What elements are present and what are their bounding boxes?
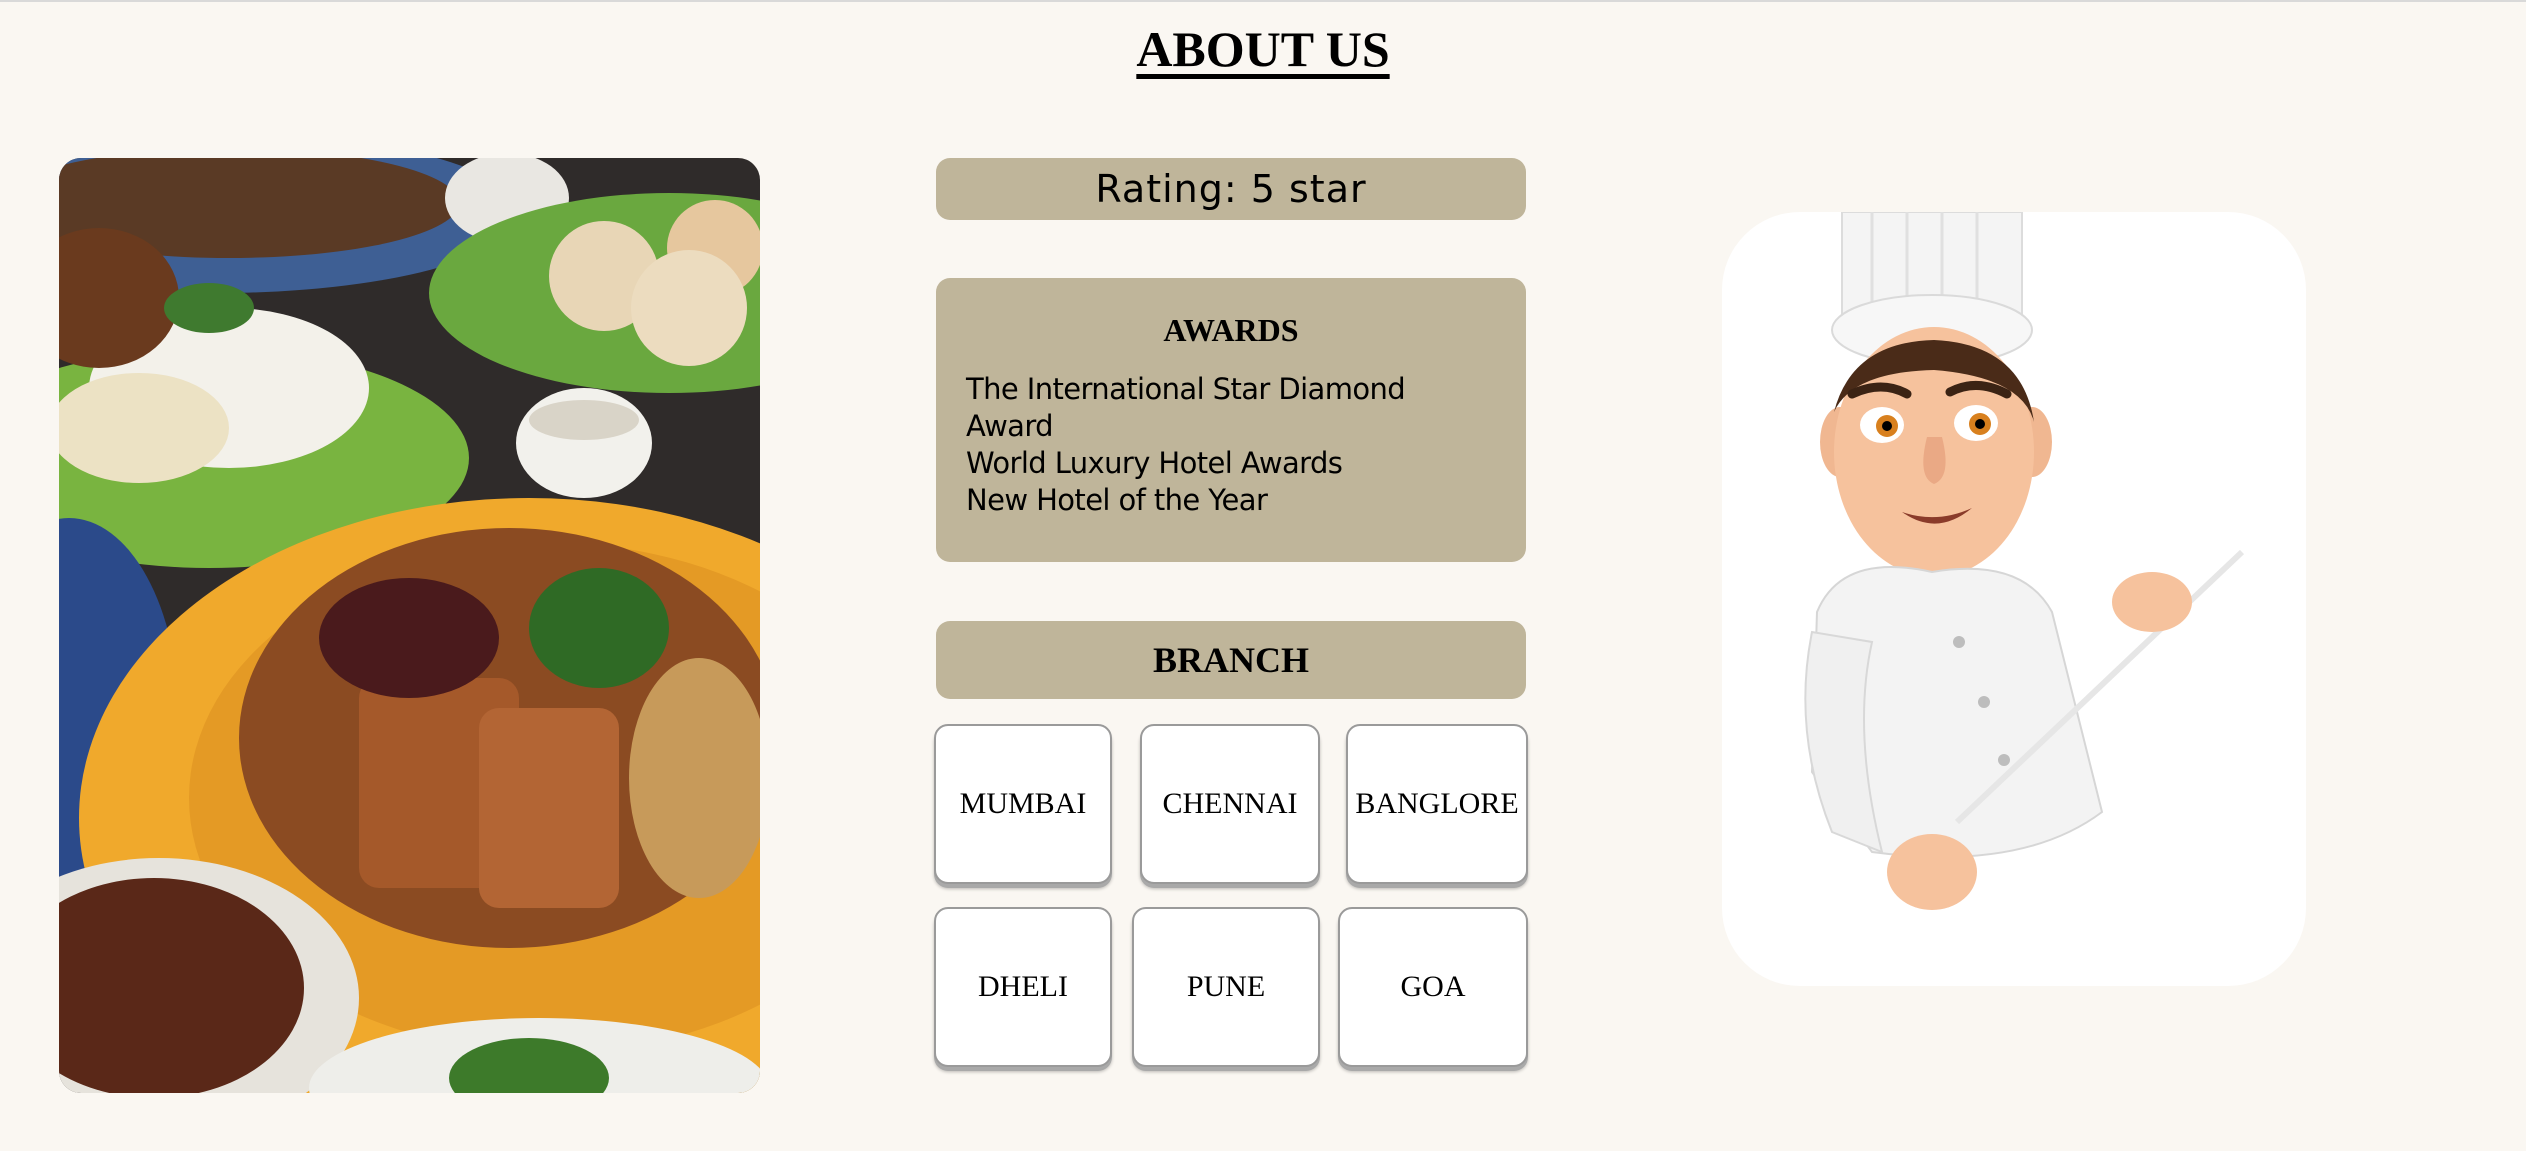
awards-list: The International Star Diamond Award Wor… — [966, 371, 1496, 519]
chef-illustration — [1722, 212, 2306, 986]
branch-button-pune[interactable]: PUNE — [1132, 907, 1320, 1067]
awards-panel: AWARDS The International Star Diamond Aw… — [936, 278, 1526, 562]
page-title: ABOUT US — [1136, 21, 1390, 77]
food-photo — [59, 158, 760, 1093]
branch-button-mumbai[interactable]: MUMBAI — [934, 724, 1112, 884]
award-item: New Hotel of the Year — [966, 483, 1268, 517]
branch-button-chennai[interactable]: CHENNAI — [1140, 724, 1320, 884]
branch-button-dheli[interactable]: DHELI — [934, 907, 1112, 1067]
awards-title: AWARDS — [1163, 312, 1299, 348]
branch-button-goa[interactable]: GOA — [1338, 907, 1528, 1067]
award-item: The International Star Diamond Award — [966, 372, 1406, 443]
rating-badge: Rating: 5 star — [936, 158, 1526, 220]
branch-header: BRANCH — [936, 621, 1526, 699]
branch-button-banglore[interactable]: BANGLORE — [1346, 724, 1528, 884]
award-item: World Luxury Hotel Awards — [966, 446, 1343, 480]
